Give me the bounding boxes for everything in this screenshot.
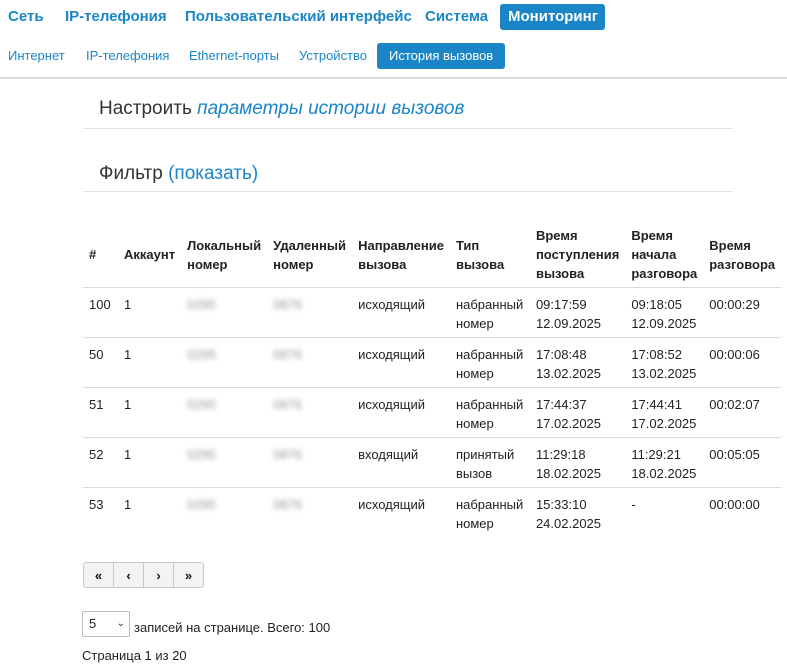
cell-num: 53 [83, 487, 118, 538]
sub-nav-internet[interactable]: Интернет [0, 43, 73, 69]
page-info: Страница 1 из 20 [82, 648, 187, 663]
cell-duration: 00:00:06 [703, 337, 782, 388]
top-nav-system[interactable]: Система [417, 4, 496, 30]
col-direction: Направление вызова [352, 222, 450, 288]
table-row: 50 1 0295 0876 исходящий набранный номер… [83, 337, 782, 388]
cell-num: 50 [83, 337, 118, 388]
last-page-button[interactable]: » [173, 562, 204, 588]
cell-duration: 00:05:05 [703, 437, 782, 488]
page-size-select[interactable]: 5 ⌄ [82, 611, 130, 637]
cell-direction: исходящий [352, 287, 450, 338]
cell-num: 100 [83, 287, 118, 338]
sub-nav-device[interactable]: Устройство [291, 43, 375, 69]
cell-local-number: 0295 [187, 347, 217, 362]
cell-received-time: 11:29:18 18.02.2025 [529, 437, 626, 488]
cell-remote-number: 0876 [273, 447, 303, 462]
cell-num: 51 [83, 387, 118, 438]
top-nav-user-interface[interactable]: Пользовательский интерфейс [177, 4, 420, 30]
settings-prefix: Настроить [99, 98, 198, 119]
settings-heading: Настроить параметры истории вызовов [99, 98, 733, 120]
filter-prefix: Фильтр [99, 163, 169, 184]
table-row: 100 1 0295 0876 исходящий набранный номе… [83, 287, 782, 338]
sub-nav-call-history[interactable]: История вызовов [377, 43, 506, 69]
pagination: « ‹ › » [83, 562, 204, 588]
cell-remote-number: 0876 [273, 347, 303, 362]
cell-received-time: 17:44:37 17.02.2025 [529, 387, 626, 438]
cell-account: 1 [118, 437, 182, 488]
cell-remote-number: 0876 [273, 397, 303, 412]
call-history-table: # Аккаунт Локальный номер Удаленный номе… [83, 222, 782, 538]
cell-duration: 00:00:00 [703, 487, 782, 538]
cell-local-number: 0295 [187, 447, 217, 462]
col-start-time: Время начала разговора [625, 222, 704, 288]
cell-call-type: набранный номер [449, 387, 530, 438]
cell-duration: 00:02:07 [703, 387, 782, 438]
cell-received-time: 17:08:48 13.02.2025 [529, 337, 626, 388]
cell-call-type: набранный номер [449, 487, 530, 538]
cell-start-time: - [625, 487, 704, 538]
cell-account: 1 [118, 487, 182, 538]
cell-start-time: 11:29:21 18.02.2025 [625, 437, 704, 488]
cell-received-time: 09:17:59 12.09.2025 [529, 287, 626, 338]
cell-account: 1 [118, 337, 182, 388]
cell-call-type: принятый вызов [449, 437, 530, 488]
filter-heading: Фильтр (показать) [99, 163, 733, 185]
table-row: 53 1 0295 0876 исходящий набранный номер… [83, 487, 782, 538]
cell-account: 1 [118, 387, 182, 438]
table-header-row: # Аккаунт Локальный номер Удаленный номе… [83, 222, 782, 288]
double-chevron-left-icon: « [94, 567, 103, 583]
cell-num: 52 [83, 437, 118, 488]
first-page-button[interactable]: « [83, 562, 114, 588]
cell-direction: исходящий [352, 487, 450, 538]
cell-start-time: 17:44:41 17.02.2025 [625, 387, 704, 438]
next-page-button[interactable]: › [143, 562, 174, 588]
cell-received-time: 15:33:10 24.02.2025 [529, 487, 626, 538]
col-duration: Время разговора [703, 222, 782, 288]
col-local-number: Локальный номер [181, 222, 268, 288]
filter-show-link[interactable]: (показать) [168, 163, 258, 184]
cell-start-time: 09:18:05 12.09.2025 [625, 287, 704, 338]
top-nav-network[interactable]: Сеть [0, 4, 52, 30]
prev-page-button[interactable]: ‹ [113, 562, 144, 588]
cell-duration: 00:00:29 [703, 287, 782, 338]
cell-local-number: 0295 [187, 297, 217, 312]
records-per-page-label: записей на странице. Всего: 100 [134, 620, 331, 635]
table-row: 52 1 0295 0876 входящий принятый вызов 1… [83, 437, 782, 488]
cell-call-type: набранный номер [449, 287, 530, 338]
top-nav-monitoring[interactable]: Мониторинг [500, 4, 605, 30]
cell-call-type: набранный номер [449, 337, 530, 388]
cell-direction: входящий [352, 437, 450, 488]
cell-account: 1 [118, 287, 182, 338]
col-remote-number: Удаленный номер [267, 222, 353, 288]
cell-remote-number: 0876 [273, 497, 303, 512]
cell-local-number: 0295 [187, 497, 217, 512]
sub-nav-ethernet-ports[interactable]: Ethernet-порты [181, 43, 287, 69]
chevron-down-icon: ⌄ [116, 618, 125, 629]
cell-local-number: 0295 [187, 397, 217, 412]
call-history-settings-link[interactable]: параметры истории вызовов [197, 98, 464, 119]
nav-divider [0, 77, 787, 79]
col-call-type: Тип вызова [449, 222, 530, 288]
col-num: # [83, 222, 118, 288]
filter-divider [83, 191, 733, 192]
sub-nav-ip-telephony[interactable]: IP-телефония [78, 43, 177, 69]
table-row: 51 1 0295 0876 исходящий набранный номер… [83, 387, 782, 438]
cell-remote-number: 0876 [273, 297, 303, 312]
chevron-right-icon: › [156, 567, 161, 583]
cell-direction: исходящий [352, 387, 450, 438]
cell-start-time: 17:08:52 13.02.2025 [625, 337, 704, 388]
chevron-left-icon: ‹ [126, 567, 131, 583]
settings-divider [83, 128, 733, 129]
col-received-time: Время поступления вызова [529, 222, 626, 288]
top-nav-ip-telephony[interactable]: IP-телефония [57, 4, 175, 30]
page-size-value: 5 [89, 616, 97, 631]
cell-direction: исходящий [352, 337, 450, 388]
double-chevron-right-icon: » [184, 567, 193, 583]
col-account: Аккаунт [118, 222, 182, 288]
